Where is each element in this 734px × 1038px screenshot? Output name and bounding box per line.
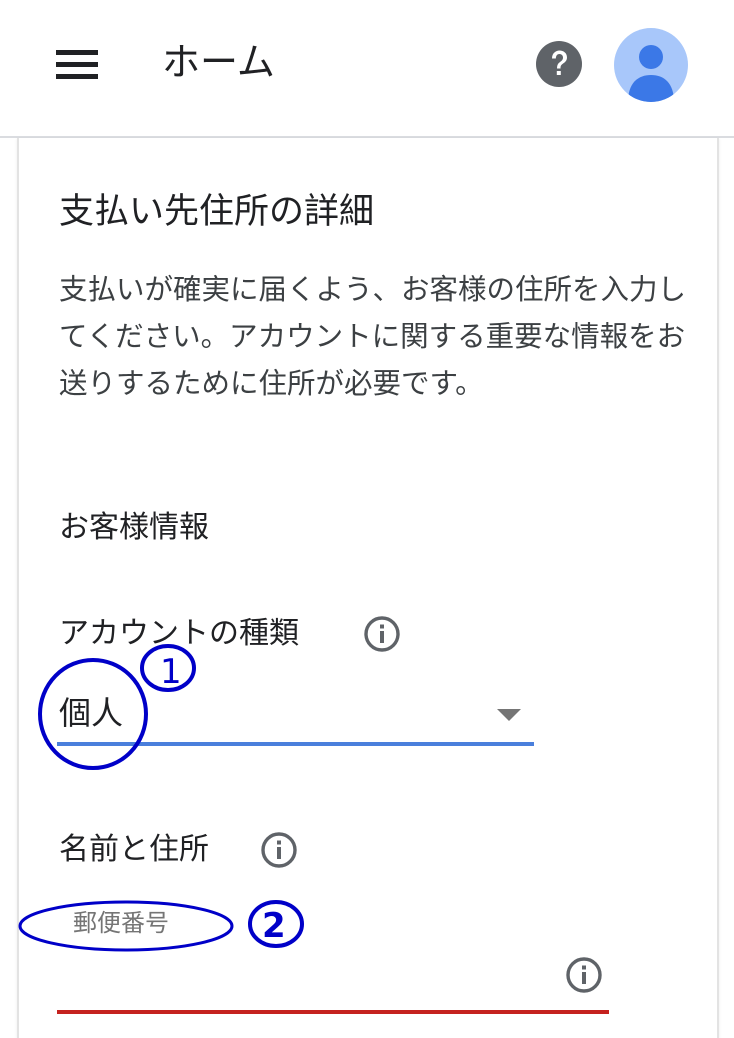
account-type-select[interactable]: [57, 688, 535, 748]
page-title: ホーム: [162, 40, 275, 84]
card-title: 支払い先住所の詳細: [59, 192, 375, 232]
billing-address-card: 支払い先住所の詳細 支払いが確実に届くよう、お客様の住所を入力してください。アカ…: [17, 138, 719, 1038]
account-type-info-icon[interactable]: [363, 615, 401, 653]
dropdown-arrow-icon: [497, 709, 521, 721]
account-type-underline: [57, 742, 534, 746]
postal-code-info-icon[interactable]: [565, 956, 603, 994]
account-avatar-icon[interactable]: [614, 28, 688, 102]
customer-info-heading: お客様情報: [59, 510, 209, 545]
account-type-label: アカウントの種類: [59, 616, 299, 651]
postal-code-underline: [57, 1010, 609, 1014]
menu-icon[interactable]: [56, 50, 100, 79]
name-address-info-icon[interactable]: [260, 831, 298, 869]
help-icon[interactable]: [535, 40, 583, 88]
postal-code-placeholder: 郵便番号: [73, 909, 169, 937]
account-type-value: 個人: [59, 694, 124, 732]
card-description: 支払いが確実に届くよう、お客様の住所を入力してください。アカウントに関する重要な…: [59, 273, 687, 400]
name-address-label: 名前と住所: [59, 832, 209, 867]
app-bar: ホーム: [0, 0, 734, 138]
